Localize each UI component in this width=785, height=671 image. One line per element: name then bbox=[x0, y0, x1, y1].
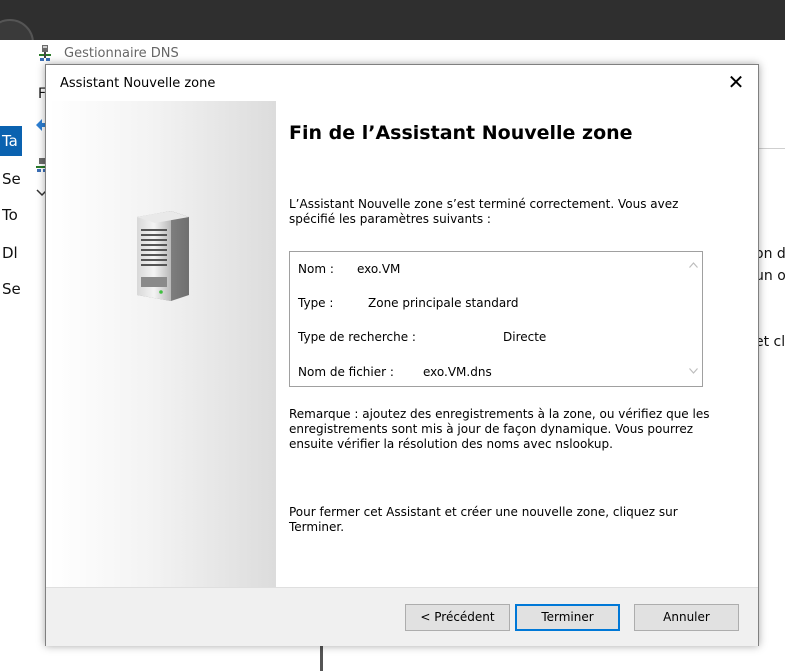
cancel-button[interactable]: Annuler bbox=[634, 604, 739, 631]
summary-label: Nom : bbox=[298, 262, 334, 276]
summary-value: Zone principale standard bbox=[368, 296, 519, 310]
wizard-content: Fin de l’Assistant Nouvelle zone L’Assis… bbox=[276, 101, 758, 587]
summary-row: Type : Zone principale standard bbox=[298, 296, 519, 310]
background-nav-item[interactable]: Se bbox=[2, 280, 20, 298]
summary-scrollbar[interactable] bbox=[685, 252, 702, 386]
summary-value: Directe bbox=[503, 330, 547, 344]
summary-value: exo.VM bbox=[357, 262, 401, 276]
background-text-snippet: un ou bbox=[755, 268, 785, 284]
close-hint-text: Pour fermer cet Assistant et créer une n… bbox=[289, 505, 678, 534]
settings-summary-box[interactable]: Nom : exo.VM Type : Zone principale stan… bbox=[289, 251, 703, 387]
summary-row: Nom : exo.VM bbox=[298, 262, 400, 276]
summary-label: Type : bbox=[298, 296, 334, 310]
wizard-side-panel bbox=[49, 101, 276, 587]
intro-text: L’Assistant Nouvelle zone s’est terminé … bbox=[289, 197, 679, 226]
summary-label: Nom de fichier : bbox=[298, 365, 394, 379]
background-text-snippet: on d bbox=[755, 246, 785, 262]
new-zone-wizard-dialog: Assistant Nouvelle zone ✕ Fin de l’Assis… bbox=[45, 64, 759, 646]
background-divider bbox=[755, 148, 785, 149]
page-title: Fin de l’Assistant Nouvelle zone bbox=[289, 122, 633, 144]
background-app-title: Gestionnaire DNS bbox=[64, 46, 179, 61]
taskbar-strip bbox=[0, 0, 785, 40]
scroll-down-icon[interactable] bbox=[689, 368, 698, 374]
background-nav-item[interactable]: Dl bbox=[2, 244, 20, 262]
dns-app-icon bbox=[39, 45, 51, 61]
summary-row: Nom de fichier : exo.VM.dns bbox=[298, 365, 492, 379]
dialog-footer: < Précédent Terminer Annuler bbox=[46, 587, 758, 646]
note-text: Remarque : ajoutez des enregistrements à… bbox=[289, 407, 710, 451]
close-icon[interactable]: ✕ bbox=[714, 65, 758, 99]
summary-value: exo.VM.dns bbox=[423, 365, 492, 379]
dialog-title: Assistant Nouvelle zone bbox=[60, 76, 216, 91]
background-nav-item[interactable]: To bbox=[2, 206, 20, 224]
background-text-snippet: et cli bbox=[755, 334, 785, 350]
scroll-up-icon[interactable] bbox=[689, 262, 698, 268]
previous-button[interactable]: < Précédent bbox=[405, 604, 510, 631]
server-icon bbox=[137, 211, 189, 301]
summary-row: Type de recherche : Directe bbox=[298, 330, 546, 344]
background-nav-item[interactable]: Se bbox=[2, 170, 20, 188]
dialog-titlebar[interactable]: Assistant Nouvelle zone ✕ bbox=[46, 65, 758, 101]
background-tab[interactable]: Ta bbox=[0, 126, 22, 156]
summary-label: Type de recherche : bbox=[298, 330, 416, 344]
finish-button[interactable]: Terminer bbox=[515, 604, 620, 631]
